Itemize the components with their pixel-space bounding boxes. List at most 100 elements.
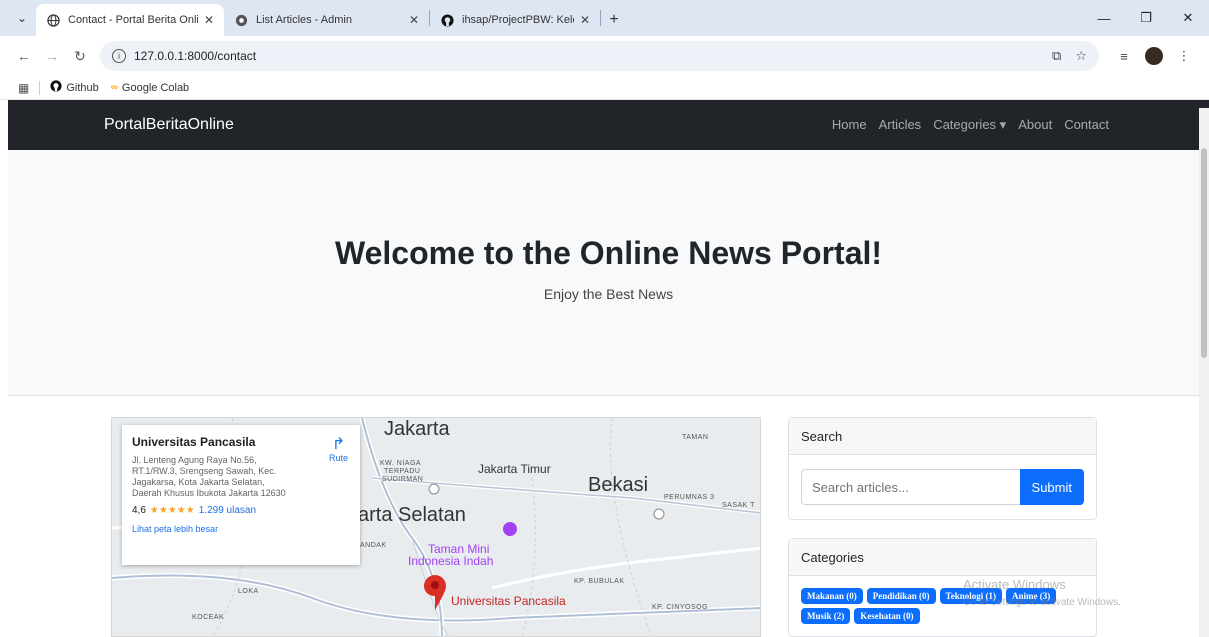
tab-label: ihsap/ProjectPBW: Kelompok 1: [462, 14, 574, 26]
map-label-perumnas: PERUMNAS 3: [664, 494, 715, 501]
site-info-icon[interactable]: i: [112, 49, 126, 63]
nav-link-articles[interactable]: Articles: [879, 117, 922, 133]
map-label-terpadu: TERPADU: [384, 468, 421, 475]
github-icon: [440, 13, 454, 27]
close-window-icon[interactable]: ✕: [1167, 0, 1209, 36]
window-controls: — ❐ ✕: [1083, 0, 1209, 36]
map-label-jakarta-selatan: arta Selatan: [358, 504, 466, 526]
map-label-jakarta-timur: Jakarta Timur: [478, 462, 551, 476]
close-icon[interactable]: ✕: [580, 13, 590, 27]
map-label-kp-bubulak: KP. BUBULAK: [574, 578, 625, 585]
tab-search-icon[interactable]: ⌄: [8, 4, 36, 32]
back-arrow-icon[interactable]: ←: [10, 42, 38, 70]
hero-title: Welcome to the Online News Portal!: [334, 235, 883, 271]
tab-label: List Articles - Admin: [256, 14, 352, 26]
embedded-google-map[interactable]: Jakarta Jakarta Timur Bekasi arta Selata…: [111, 417, 761, 637]
restore-icon[interactable]: ❐: [1125, 0, 1167, 36]
category-badge-musik[interactable]: Musik (2): [801, 608, 851, 624]
larger-map-link[interactable]: Lihat peta lebih besar: [132, 524, 350, 534]
category-badge-anime[interactable]: Anime (3): [1005, 588, 1057, 604]
map-label-sasak: SASAK T: [722, 502, 755, 509]
directions-icon: ↱: [331, 436, 346, 453]
url-omnibox[interactable]: i 127.0.0.1:8000/contact ⧉ ☆: [100, 41, 1099, 71]
close-icon[interactable]: ✕: [204, 13, 214, 27]
category-badge-makanan[interactable]: Makanan (0): [801, 588, 863, 604]
tab-list-articles[interactable]: List Articles - Admin ✕: [224, 4, 429, 36]
bookmark-google-colab[interactable]: ∞ Google Colab: [111, 82, 189, 94]
map-label-universitas-pancasila: Universitas Pancasila: [451, 594, 566, 608]
place-name: Universitas Pancasila: [132, 435, 256, 449]
categories-card: Categories Makanan (0) Pendidikan (0) Te…: [788, 538, 1097, 637]
place-rating: 4,6 ★★★★★ 1.299 ulasan: [132, 505, 350, 516]
map-label-sudirman: SUDIRMAN: [382, 476, 424, 483]
translate-icon[interactable]: ⧉: [1052, 48, 1061, 64]
search-input[interactable]: [801, 469, 1020, 505]
nav-link-home[interactable]: Home: [832, 117, 867, 133]
navbar-brand[interactable]: PortalBeritaOnline: [104, 116, 234, 134]
bookmark-github[interactable]: Github: [50, 80, 99, 95]
minimize-icon[interactable]: —: [1083, 0, 1125, 36]
tab-label: Contact - Portal Berita Online: [68, 14, 198, 26]
map-label-taman: TAMAN: [682, 434, 709, 441]
tab-contact[interactable]: Contact - Portal Berita Online ✕: [36, 4, 224, 36]
hero-section: Welcome to the Online News Portal! Enjoy…: [8, 150, 1209, 396]
scrollbar-thumb[interactable]: [1201, 148, 1207, 358]
map-label-indonesia-indah: Indonesia Indah: [408, 554, 494, 568]
site-navbar: PortalBeritaOnline Home Articles Categor…: [8, 100, 1209, 150]
bookmark-star-icon[interactable]: ☆: [1075, 48, 1087, 64]
category-badge-teknologi[interactable]: Teknologi (1): [939, 588, 1002, 604]
kebab-menu-icon[interactable]: ⋮: [1169, 42, 1199, 70]
url-text[interactable]: 127.0.0.1:8000/contact: [134, 49, 1038, 63]
category-badge-pendidikan[interactable]: Pendidikan (0): [866, 588, 936, 604]
directions-button[interactable]: ↱ Rute: [328, 436, 348, 464]
close-icon[interactable]: ✕: [409, 13, 419, 27]
tab-github[interactable]: ihsap/ProjectPBW: Kelompok 1 ✕: [430, 4, 600, 36]
category-badge-kesehatan[interactable]: Kesehatan (0): [854, 608, 920, 624]
hero-subtitle: Enjoy the Best News: [543, 286, 674, 302]
map-place-info-card: Universitas Pancasila Jl. Lenteng Agung …: [122, 425, 360, 565]
bookmark-label: Google Colab: [121, 81, 190, 94]
map-label-kp-cinyosog: KP. CINYOSOG: [652, 604, 709, 611]
search-form: Submit: [801, 469, 1084, 505]
categories-list: Makanan (0) Pendidikan (0) Teknologi (1)…: [789, 576, 1096, 636]
submit-button[interactable]: Submit: [1019, 469, 1084, 505]
map-label-loka: LOKA: [238, 588, 259, 595]
main-content: Jakarta Jakarta Timur Bekasi arta Selata…: [8, 396, 1209, 637]
address-bar: ← → ↻ i 127.0.0.1:8000/contact ⧉ ☆ ≡ ⋮: [0, 36, 1209, 76]
nav-links: Home Articles Categories ▾ About Contact: [832, 117, 1109, 133]
search-card-body: Submit: [789, 455, 1096, 519]
chrome-icon: [234, 13, 248, 27]
map-label-kw-niaga: KW. NIAGA: [380, 460, 422, 467]
colab-icon: ∞: [110, 82, 118, 93]
directions-label: Rute: [328, 453, 348, 463]
bookmark-label: Github: [66, 81, 99, 94]
star-rating-icon: ★★★★★: [149, 505, 195, 516]
nav-link-contact[interactable]: Contact: [1064, 117, 1109, 133]
map-label-landak: ANDAK: [360, 542, 387, 549]
nav-link-about[interactable]: About: [1018, 117, 1052, 133]
browser-tab-bar: ⌄ Contact - Portal Berita Online ✕ List …: [0, 0, 1209, 36]
categories-card-header: Categories: [789, 539, 1096, 576]
globe-icon: [46, 13, 60, 27]
page-scrollbar[interactable]: [1199, 108, 1209, 637]
new-tab-button[interactable]: +: [601, 4, 627, 36]
github-icon: [50, 80, 62, 95]
search-card-header: Search: [789, 418, 1096, 455]
bookmark-divider: [39, 80, 41, 95]
reviews-link[interactable]: 1.299 ulasan: [199, 505, 256, 516]
map-label-koceak: KOCEAK: [192, 614, 225, 621]
map-label-jakarta: Jakarta: [384, 418, 450, 440]
place-address: Jl. Lenteng Agung Raya No.56, RT.1/RW.3,…: [132, 455, 286, 498]
forward-arrow-icon[interactable]: →: [38, 42, 66, 70]
nav-link-categories-dropdown[interactable]: Categories ▾: [933, 117, 1006, 133]
avatar: [1145, 47, 1163, 65]
map-label-bekasi: Bekasi: [588, 474, 649, 496]
reload-icon[interactable]: ↻: [66, 42, 94, 70]
reading-list-icon[interactable]: ≡: [1109, 42, 1139, 70]
search-card: Search Submit: [788, 417, 1097, 520]
profile-avatar[interactable]: [1139, 42, 1169, 70]
sidebar: Search Submit Categories Makanan (0) Pen…: [788, 417, 1097, 637]
rating-value: 4,6: [132, 505, 146, 516]
apps-grid-icon[interactable]: ▦: [18, 81, 29, 95]
bookmarks-bar: ▦ Github ∞ Google Colab: [0, 76, 1209, 100]
